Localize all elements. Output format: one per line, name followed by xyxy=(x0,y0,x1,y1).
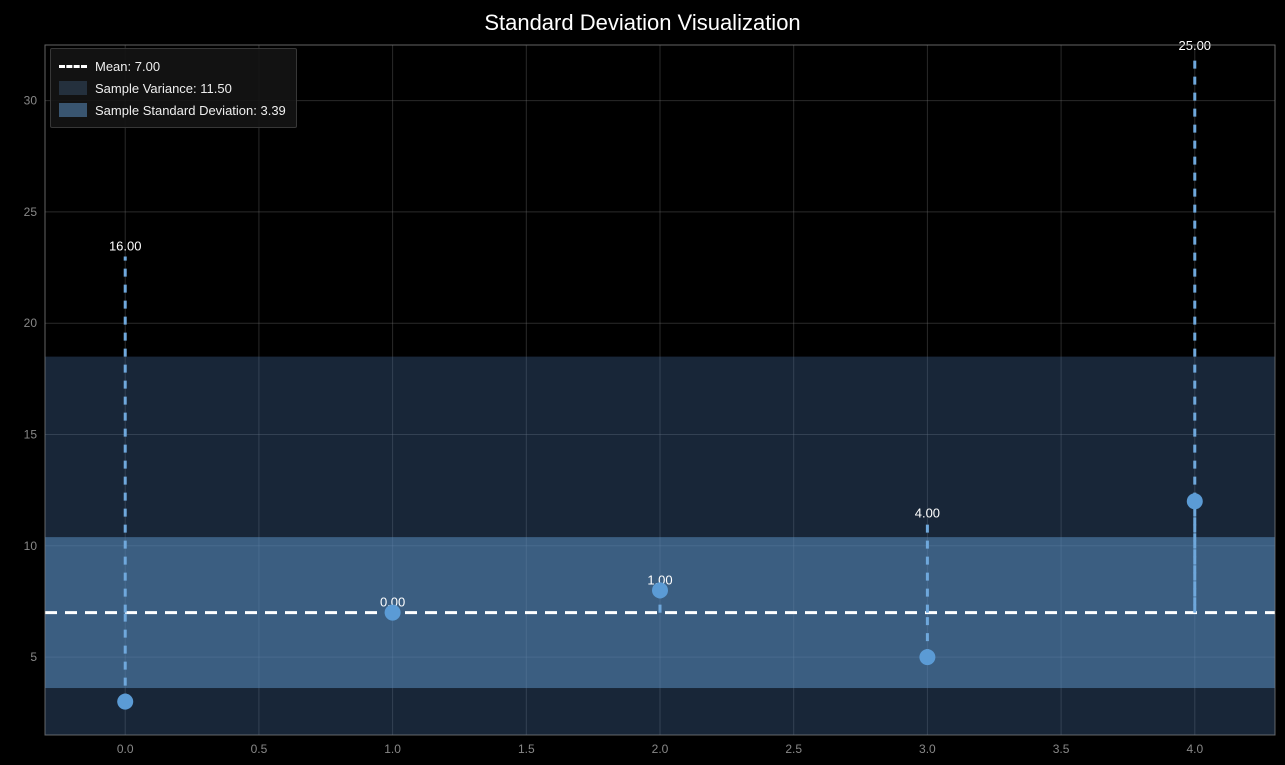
chart-title: Standard Deviation Visualization xyxy=(0,10,1285,36)
legend-swatch-mean xyxy=(59,59,87,73)
y-tick-label: 30 xyxy=(24,94,38,108)
deviation-label: 25.00 xyxy=(1179,38,1212,53)
data-point xyxy=(1187,493,1203,509)
data-point xyxy=(117,694,133,710)
x-tick-label: 3.0 xyxy=(919,742,936,756)
y-tick-label: 20 xyxy=(24,316,38,330)
data-point xyxy=(385,605,401,621)
deviation-label: 16.00 xyxy=(109,238,142,253)
x-tick-label: 1.5 xyxy=(518,742,535,756)
x-tick-label: 2.0 xyxy=(652,742,669,756)
x-tick-label: 1.0 xyxy=(384,742,401,756)
data-point xyxy=(652,582,668,598)
legend-swatch-stddev xyxy=(59,103,87,117)
chart-container: Standard Deviation Visualization 0.0 0.5 1… xyxy=(0,0,1285,765)
x-tick-label: 3.5 xyxy=(1053,742,1070,756)
legend-label-stddev: Sample Standard Deviation: 3.39 xyxy=(95,103,286,118)
legend-row-mean: Mean: 7.00 xyxy=(59,55,286,77)
legend-label-mean: Mean: 7.00 xyxy=(95,59,160,74)
x-tick-label: 4.0 xyxy=(1186,742,1203,756)
x-tick-label: 0.5 xyxy=(251,742,268,756)
x-tick-label: 2.5 xyxy=(785,742,802,756)
y-tick-label: 25 xyxy=(24,205,38,219)
y-tick-label: 5 xyxy=(30,650,37,664)
legend-row-stddev: Sample Standard Deviation: 3.39 xyxy=(59,99,286,121)
legend-label-variance: Sample Variance: 11.50 xyxy=(95,81,232,96)
deviation-label: 4.00 xyxy=(915,506,940,521)
data-point xyxy=(919,649,935,665)
legend-swatch-variance xyxy=(59,81,87,95)
x-tick-label: 0.0 xyxy=(117,742,134,756)
legend-row-variance: Sample Variance: 11.50 xyxy=(59,77,286,99)
chart-legend: Mean: 7.00 Sample Variance: 11.50 Sample… xyxy=(50,48,297,128)
y-tick-label: 10 xyxy=(24,539,38,553)
y-tick-label: 15 xyxy=(24,428,38,442)
